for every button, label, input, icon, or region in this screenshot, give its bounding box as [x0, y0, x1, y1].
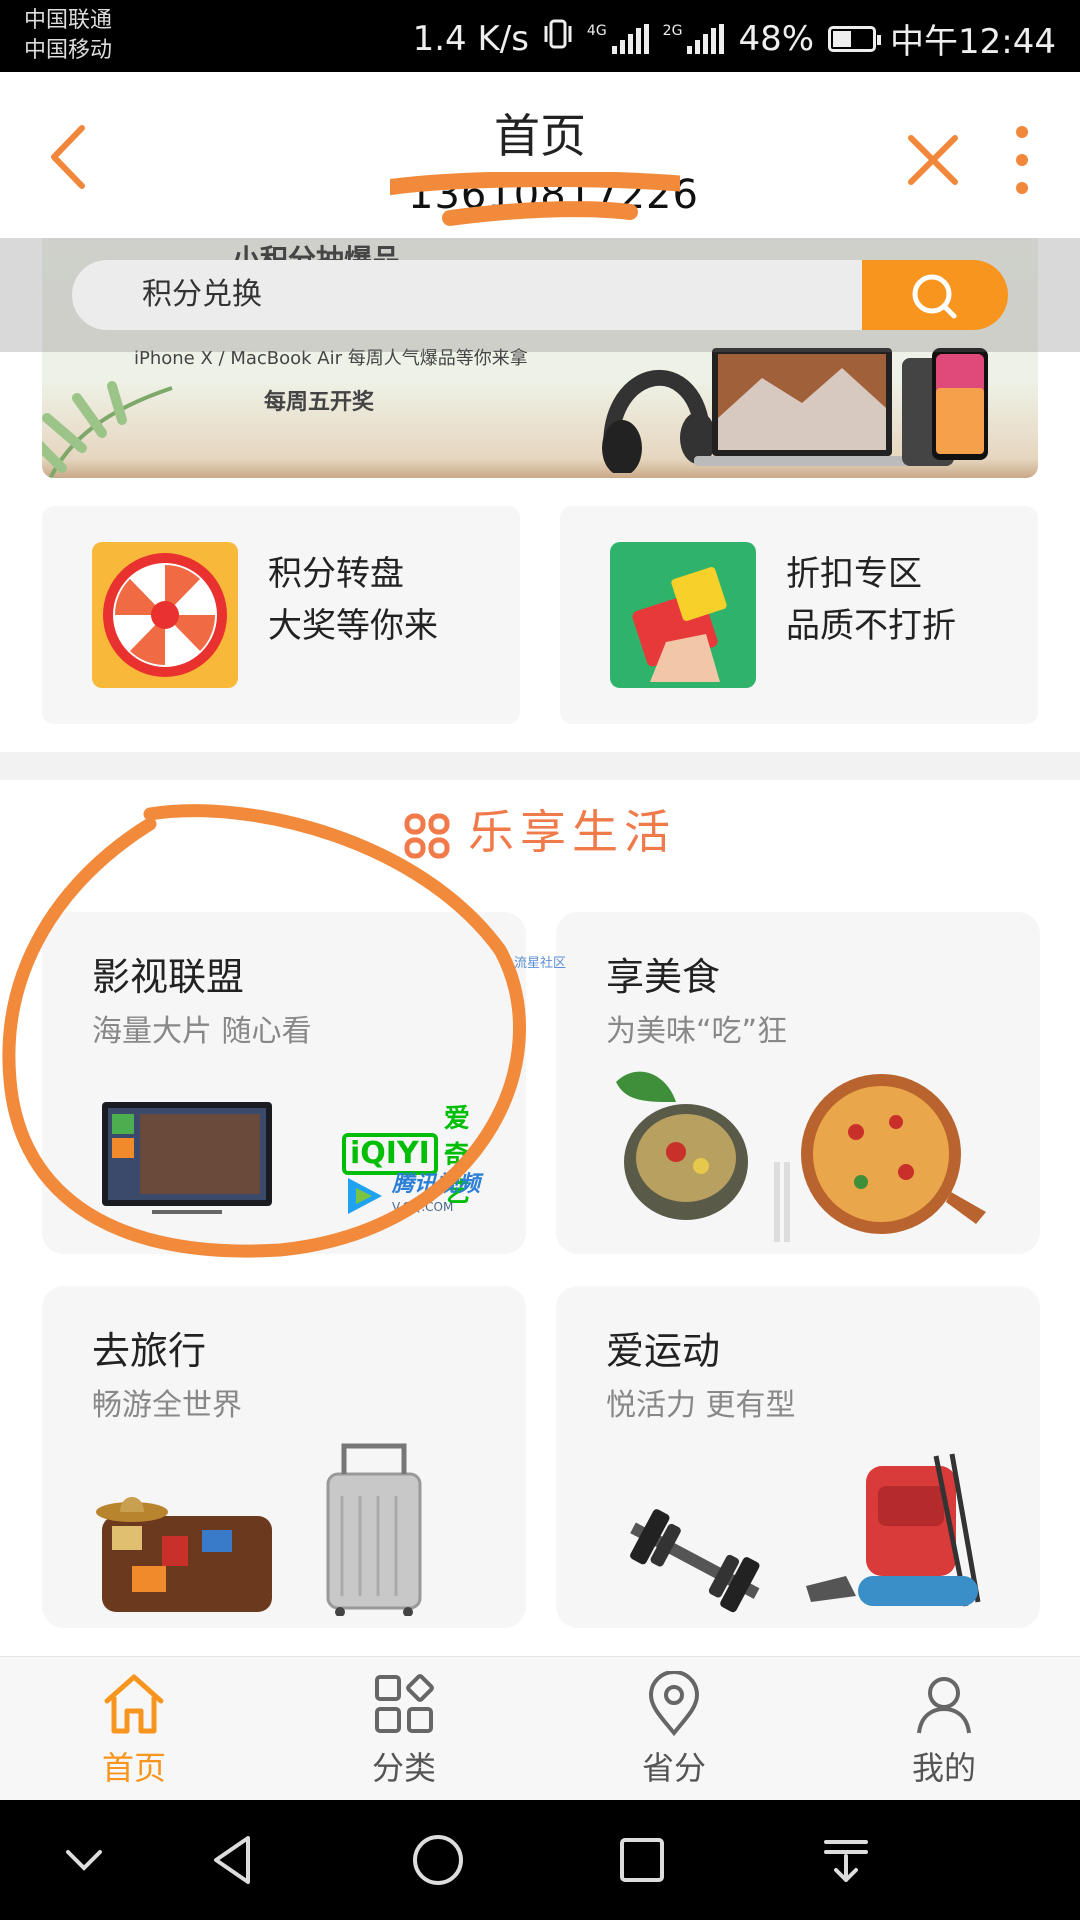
location-pin-icon: [648, 1671, 700, 1737]
card-travel-title: 去旅行: [92, 1329, 207, 1373]
signal-4g-icon: 4G: [586, 22, 649, 54]
close-icon[interactable]: [905, 132, 961, 188]
banner-draw-day: 每周五开奖: [264, 390, 375, 415]
carrier-2: 中国移动: [24, 38, 113, 63]
search-input[interactable]: 积分兑换: [72, 260, 862, 330]
notification-pulldown-icon[interactable]: [816, 1830, 876, 1890]
watermark: 流星社区: [514, 956, 567, 971]
card-video[interactable]: 影视联盟 海量大片 随心看 iQIYI 爱奇艺 腾讯视频 V.QQ.COM: [42, 912, 526, 1254]
more-icon[interactable]: [1012, 120, 1032, 200]
carrier-info: 中国联通 中国移动: [24, 6, 112, 66]
card-travel-subtitle: 畅游全世界: [92, 1388, 242, 1423]
tencent-video-url: V.QQ.COM: [392, 1200, 454, 1214]
card-video-subtitle: 海量大片 随心看: [92, 1014, 312, 1049]
carrier-1: 中国联通: [24, 8, 113, 33]
status-bar: 中国联通 中国移动 1.4 K/s 4G 2G 48% 中午12:44: [0, 0, 1080, 72]
tab-category[interactable]: 分类: [304, 1671, 504, 1795]
tab-category-label: 分类: [371, 1749, 436, 1787]
card-food[interactable]: 享美食 为美味“吃”狂: [556, 912, 1040, 1254]
net-speed: 1.4 K/s: [412, 18, 529, 59]
iqiyi-logo: iQIYI: [342, 1132, 438, 1175]
tab-mine-label: 我的: [911, 1749, 976, 1787]
nav-back-icon[interactable]: [204, 1830, 264, 1890]
search-icon: [912, 274, 957, 319]
travel-illustration: [96, 1443, 422, 1616]
battery-percent: 48%: [738, 18, 815, 59]
section-title-text: 乐享生活: [468, 805, 676, 859]
card-sport-subtitle: 悦活力 更有型: [606, 1388, 796, 1423]
grid-flower-icon: [404, 813, 450, 858]
tab-province-label: 省分: [641, 1749, 706, 1787]
search-bar: 积分兑换: [0, 238, 1080, 352]
tencent-video-name: 腾讯视频: [392, 1172, 481, 1197]
header: 首页 13610817226: [0, 72, 1080, 238]
user-icon: [917, 1677, 971, 1734]
tab-mine[interactable]: 我的: [844, 1671, 1044, 1795]
clock: 中午12:44: [890, 22, 1056, 62]
search-button[interactable]: [862, 260, 1008, 330]
tab-province[interactable]: 省分: [574, 1671, 774, 1795]
battery-level: [833, 30, 852, 47]
category-icon: [375, 1674, 434, 1733]
section-divider: [0, 752, 1080, 780]
chevron-down-icon[interactable]: [54, 1830, 114, 1890]
net-4g-label: 4G: [586, 22, 607, 39]
redaction-scribble: [390, 172, 680, 226]
card-food-title: 享美食: [606, 955, 721, 999]
net-2g-label: 2G: [662, 22, 683, 39]
promo-wheel-title: 积分转盘: [268, 554, 404, 594]
battery-icon: [828, 25, 882, 52]
promo-card-wheel[interactable]: 积分转盘 大奖等你来: [42, 506, 520, 724]
promo-wheel-subtitle: 大奖等你来: [268, 606, 438, 646]
red-envelope-icon: [610, 542, 756, 688]
status-indicators: 1.4 K/s 4G 2G 48% 中午12:44: [413, 14, 1056, 63]
card-food-subtitle: 为美味“吃”狂: [606, 1014, 788, 1049]
section-title: 乐享生活: [0, 796, 1080, 862]
system-nav-bar: [0, 1800, 1080, 1920]
card-video-title: 影视联盟: [92, 955, 245, 999]
sport-illustration: [630, 1453, 981, 1613]
card-sport[interactable]: 爱运动 悦活力 更有型: [556, 1286, 1040, 1628]
redacted-phone-number: 13610817226: [390, 172, 698, 232]
vibrate-icon: [543, 18, 573, 59]
food-illustration: [616, 1071, 986, 1242]
promo-card-discount[interactable]: 折扣专区 品质不打折: [560, 506, 1038, 724]
card-sport-title: 爱运动: [606, 1329, 721, 1373]
tab-bar: 首页 分类 省分 我的: [0, 1656, 1080, 1801]
prize-wheel-icon: [92, 542, 238, 688]
home-icon: [104, 1674, 164, 1734]
promo-discount-subtitle: 品质不打折: [786, 606, 956, 646]
nav-recents-icon[interactable]: [612, 1830, 672, 1890]
tencent-video-logo-icon: [348, 1178, 382, 1214]
card-travel[interactable]: 去旅行 畅游全世界: [42, 1286, 526, 1628]
promo-discount-title: 折扣专区: [786, 554, 922, 594]
tab-home-label: 首页: [101, 1749, 166, 1787]
signal-2g-icon: 2G: [662, 22, 725, 54]
nav-home-icon[interactable]: [408, 1830, 468, 1890]
video-illustration: iQIYI 爱奇艺 腾讯视频 V.QQ.COM: [92, 1062, 492, 1242]
tab-home[interactable]: 首页: [34, 1671, 234, 1795]
